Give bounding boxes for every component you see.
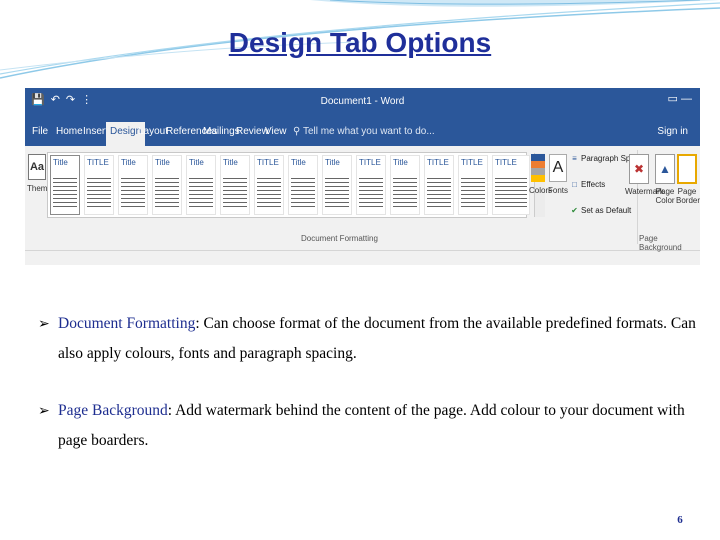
style-thumb-title: Title (223, 158, 238, 167)
bullet-text: Page Background: Add watermark behind th… (58, 396, 698, 456)
style-thumb-title: Title (155, 158, 170, 167)
style-thumb[interactable]: Title (118, 155, 148, 215)
style-thumb[interactable]: TITLE (254, 155, 284, 215)
tab-review[interactable]: Review (236, 126, 269, 137)
style-thumb[interactable]: TITLE (492, 155, 530, 215)
style-thumb-lines (53, 178, 77, 208)
page-color-icon: ▲ (655, 154, 675, 184)
style-thumb-lines (427, 178, 451, 208)
style-thumb[interactable]: TITLE (424, 155, 454, 215)
themes-button[interactable]: Aa Themes (27, 154, 56, 193)
style-thumb-title: Title (53, 158, 68, 167)
style-thumb-lines (257, 178, 281, 208)
minimize-icon[interactable]: — (681, 93, 692, 105)
set-as-default-button[interactable]: ✔ Set as Default (570, 206, 631, 215)
tell-me-search[interactable]: ⚲ Tell me what you want to do... (293, 126, 435, 137)
ribbon-tab-bar: File Home Insert Design Layout Reference… (25, 118, 700, 146)
style-set-gallery[interactable]: Title TITLE Title Title Title Title TITL… (47, 152, 545, 218)
watermark-button[interactable]: ✖ Watermark (625, 154, 664, 196)
fonts-label: Fonts (548, 186, 569, 195)
style-thumb-title: Title (325, 158, 340, 167)
style-thumb[interactable]: Title (322, 155, 352, 215)
bullet-term: Document Formatting (58, 315, 196, 332)
set-as-default-label: Set as Default (581, 206, 632, 215)
page-borders-label: Page Borders (676, 187, 700, 205)
tell-me-placeholder: Tell me what you want to do... (302, 126, 435, 137)
tab-file[interactable]: File (32, 126, 48, 137)
bullet-arrow-icon: ➢ (38, 403, 50, 419)
bullet-arrow-icon: ➢ (38, 316, 50, 332)
style-thumb[interactable]: Title (186, 155, 216, 215)
style-thumb-lines (189, 178, 213, 208)
word-title-bar: 💾↶↷⋮ Document1 - Word ▭ — (25, 88, 700, 118)
page-borders-button[interactable]: Page Borders (676, 154, 700, 205)
style-thumb-title: Title (393, 158, 408, 167)
tab-mailings[interactable]: Mailings (203, 126, 240, 137)
page-color-button[interactable]: ▲ Page Color (655, 154, 675, 205)
restore-icon[interactable]: ▭ (668, 93, 678, 105)
lightbulb-icon: ⚲ (293, 126, 301, 137)
checkmark-icon: ✔ (571, 206, 578, 215)
window-title: Document1 - Word (320, 96, 405, 107)
style-thumb-title: TITLE (87, 158, 109, 167)
style-thumb[interactable]: Title (288, 155, 318, 215)
style-thumb-title: TITLE (495, 158, 517, 167)
style-thumb-lines (87, 178, 111, 208)
style-thumb-lines (121, 178, 145, 208)
style-thumb-lines (359, 178, 383, 208)
paragraph-spacing-icon: ≡ (572, 154, 577, 163)
style-thumb-lines (155, 178, 179, 208)
style-thumb[interactable]: Title (220, 155, 250, 215)
style-thumb[interactable]: TITLE (356, 155, 386, 215)
style-thumb[interactable]: Title (152, 155, 182, 215)
fonts-button[interactable]: A Fonts (548, 154, 568, 195)
bullet-text: Document Formatting: Can choose format o… (58, 309, 698, 369)
style-thumb-title: TITLE (461, 158, 483, 167)
tab-insert[interactable]: Insert (83, 126, 108, 137)
effects-label: Effects (581, 180, 606, 189)
style-thumb-title: Title (291, 158, 306, 167)
fonts-icon: A (549, 154, 567, 182)
style-thumb[interactable]: TITLE (84, 155, 114, 215)
word-ribbon-screenshot: 💾↶↷⋮ Document1 - Word ▭ — File Home Inse… (25, 88, 700, 265)
design-ribbon-groups: Aa Themes Title TITLE Title Title Title … (25, 146, 700, 252)
bullet-document-formatting: ➢ Document Formatting: Can choose format… (38, 309, 698, 369)
page-borders-icon (677, 154, 697, 184)
window-controls: ▭ — (668, 92, 692, 105)
sign-in-link[interactable]: Sign in (657, 126, 688, 137)
tab-view[interactable]: View (265, 126, 287, 137)
style-thumb-lines (495, 178, 527, 208)
page-background-group-label: Page Background (639, 234, 682, 252)
style-thumb-lines (393, 178, 417, 208)
style-thumb-lines (223, 178, 247, 208)
style-thumb-title: TITLE (359, 158, 381, 167)
style-thumb-lines (325, 178, 349, 208)
style-thumb[interactable]: Title (390, 155, 420, 215)
tab-layout[interactable]: Layout (138, 126, 168, 137)
watermark-icon: ✖ (629, 154, 649, 184)
page-number: 6 (677, 514, 683, 526)
style-thumb[interactable]: TITLE (458, 155, 488, 215)
style-thumb[interactable]: Title (50, 155, 80, 215)
style-thumb-title: Title (121, 158, 136, 167)
bullet-term: Page Background (58, 402, 168, 419)
themes-icon: Aa (28, 154, 46, 180)
style-thumb-lines (461, 178, 485, 208)
style-thumb-title: Title (189, 158, 204, 167)
style-thumb-title: TITLE (257, 158, 279, 167)
effects-button[interactable]: □ Effects (570, 180, 605, 189)
slide-title: Design Tab Options (228, 27, 492, 58)
colors-icon (531, 154, 545, 182)
page-color-label: Page Color (655, 187, 675, 205)
tab-home[interactable]: Home (56, 126, 83, 137)
colors-button[interactable]: Colors (529, 154, 552, 195)
bullet-page-background: ➢ Page Background: Add watermark behind … (38, 396, 698, 456)
document-formatting-group-label: Document Formatting (301, 234, 378, 243)
style-thumb-title: TITLE (427, 158, 449, 167)
effects-icon: □ (572, 180, 577, 189)
style-thumb-lines (291, 178, 315, 208)
